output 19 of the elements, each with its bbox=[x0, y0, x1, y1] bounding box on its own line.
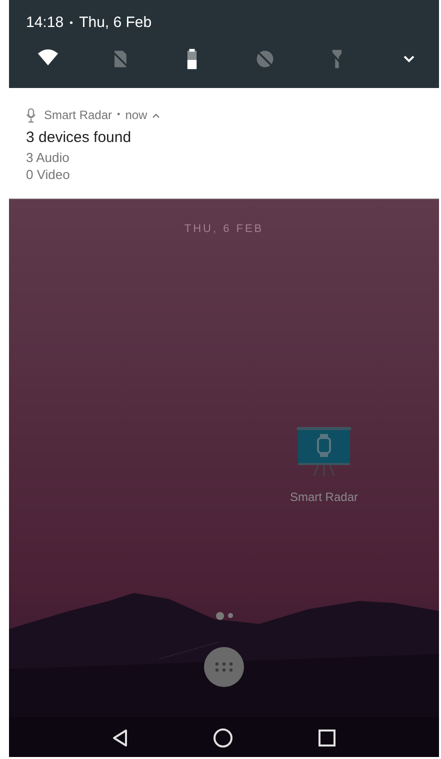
notification-time: now bbox=[125, 107, 148, 124]
app-name: Smart Radar bbox=[44, 107, 112, 124]
chevron-down-icon[interactable] bbox=[402, 55, 415, 63]
app-label[interactable]: Smart Radar bbox=[290, 488, 358, 506]
back-icon[interactable] bbox=[112, 729, 128, 747]
separator-dot: • bbox=[117, 108, 120, 122]
date-label: THU, 6 FEB bbox=[184, 222, 264, 237]
date-text: Thu, 6 Feb bbox=[79, 13, 152, 34]
recents-icon[interactable] bbox=[318, 729, 336, 747]
separator-dot: • bbox=[70, 17, 74, 31]
notification-line: 0 Video bbox=[26, 166, 71, 183]
notification-title: 3 devices found bbox=[26, 129, 132, 147]
home-icon[interactable] bbox=[212, 728, 233, 748]
dots-grid-icon bbox=[214, 662, 234, 672]
clock-time: 14:18 bbox=[26, 13, 64, 34]
microphone-icon bbox=[26, 108, 36, 122]
projector-screen-icon[interactable] bbox=[296, 426, 351, 478]
notification-line: 3 Audio bbox=[26, 149, 70, 166]
caret-up-icon[interactable] bbox=[152, 112, 160, 118]
